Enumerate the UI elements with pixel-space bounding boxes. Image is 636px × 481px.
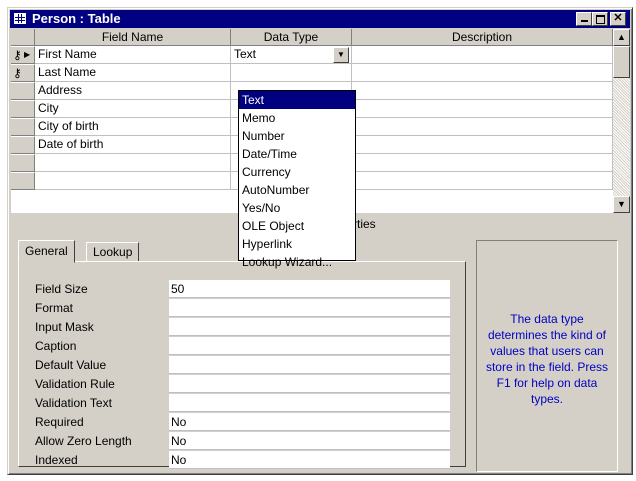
header-field-name[interactable]: Field Name bbox=[35, 29, 231, 46]
header-description[interactable]: Description bbox=[352, 29, 613, 46]
data-type-option[interactable]: Memo bbox=[239, 109, 355, 127]
description-cell[interactable] bbox=[352, 154, 613, 172]
minimize-icon bbox=[580, 20, 588, 22]
data-type-option[interactable]: Lookup Wizard... bbox=[239, 253, 355, 271]
field-name-cell[interactable]: City of birth bbox=[35, 118, 231, 136]
property-label: Validation Text bbox=[35, 396, 112, 410]
property-value-field[interactable]: 50 bbox=[169, 280, 450, 298]
property-label: Validation Rule bbox=[35, 377, 115, 391]
arrow-down-icon: ▼ bbox=[617, 199, 626, 209]
corner-header bbox=[11, 29, 35, 46]
help-panel: The data type determines the kind of val… bbox=[476, 240, 618, 472]
property-label: Format bbox=[35, 301, 74, 315]
property-label: Allow Zero Length bbox=[35, 434, 132, 448]
general-tab-panel: Field Size 50 Format Input Mask Caption Defau… bbox=[18, 261, 466, 469]
description-cell[interactable] bbox=[352, 46, 613, 64]
data-type-option[interactable]: Currency bbox=[239, 163, 355, 181]
field-properties-panel: General Lookup Field Size 50 Format Input M… bbox=[18, 240, 468, 470]
data-type-cell[interactable] bbox=[231, 64, 352, 82]
tab-general-label: General bbox=[25, 244, 68, 258]
close-button[interactable]: ✕ bbox=[610, 12, 626, 26]
field-name-cell[interactable] bbox=[35, 172, 231, 190]
property-value-field[interactable] bbox=[169, 337, 450, 355]
scroll-down-button[interactable]: ▼ bbox=[613, 196, 630, 213]
arrow-up-icon: ▲ bbox=[617, 32, 626, 42]
table-icon bbox=[14, 13, 26, 24]
primary-key-icon: ⚷ bbox=[13, 66, 22, 80]
property-value-field[interactable] bbox=[169, 375, 450, 393]
property-value-field[interactable] bbox=[169, 318, 450, 336]
row-selector[interactable] bbox=[11, 118, 35, 136]
window-title: Person : Table bbox=[32, 11, 121, 26]
scroll-thumb[interactable] bbox=[613, 46, 630, 78]
field-name-cell[interactable]: Date of birth bbox=[35, 136, 231, 154]
property-value-field[interactable] bbox=[169, 299, 450, 317]
property-value-field[interactable]: No bbox=[169, 451, 450, 469]
property-label: Default Value bbox=[35, 358, 107, 372]
tab-general[interactable]: General bbox=[18, 240, 75, 263]
property-value-field[interactable]: No bbox=[169, 432, 450, 450]
data-type-option[interactable]: AutoNumber bbox=[239, 181, 355, 199]
field-name-cell[interactable] bbox=[35, 154, 231, 172]
data-type-dropdown-list[interactable]: Text Memo Number Date/Time Currency AutoNumbe… bbox=[238, 90, 356, 269]
property-label: Input Mask bbox=[35, 320, 94, 334]
maximize-icon bbox=[595, 15, 605, 24]
tab-lookup[interactable]: Lookup bbox=[86, 242, 140, 262]
description-cell[interactable] bbox=[352, 100, 613, 118]
help-text: The data type determines the kind of val… bbox=[485, 312, 609, 406]
property-value-field[interactable]: No bbox=[169, 413, 450, 431]
row-selector[interactable] bbox=[11, 100, 35, 118]
scroll-up-button[interactable]: ▲ bbox=[613, 29, 630, 46]
description-cell[interactable] bbox=[352, 172, 613, 190]
property-label: Caption bbox=[35, 339, 77, 353]
row-selector[interactable] bbox=[11, 172, 35, 190]
field-name-cell[interactable]: City bbox=[35, 100, 231, 118]
property-label: Indexed bbox=[35, 453, 78, 467]
data-type-option[interactable]: Yes/No bbox=[239, 199, 355, 217]
data-type-option[interactable]: Hyperlink bbox=[239, 235, 355, 253]
row-selector[interactable] bbox=[11, 136, 35, 154]
field-name-cell[interactable]: Last Name bbox=[35, 64, 231, 82]
row-selector[interactable] bbox=[11, 82, 35, 100]
close-icon: ✕ bbox=[613, 12, 623, 24]
data-type-option[interactable]: Number bbox=[239, 127, 355, 145]
data-type-option[interactable]: Text bbox=[239, 91, 355, 109]
grid-scrollbar[interactable]: ▲ ▼ bbox=[613, 29, 630, 213]
tab-lookup-label: Lookup bbox=[93, 245, 133, 259]
data-type-option[interactable]: Date/Time bbox=[239, 145, 355, 163]
description-cell[interactable] bbox=[352, 136, 613, 154]
description-cell[interactable] bbox=[352, 64, 613, 82]
property-value-field[interactable] bbox=[169, 356, 450, 374]
data-type-option[interactable]: OLE Object bbox=[239, 217, 355, 235]
field-name-cell[interactable]: Address bbox=[35, 82, 231, 100]
row-selector[interactable]: ⚷ ▶ bbox=[11, 46, 35, 64]
data-type-dropdown-button[interactable]: ▼ bbox=[333, 47, 349, 63]
current-row-icon: ▶ bbox=[24, 50, 31, 59]
description-cell[interactable] bbox=[352, 82, 613, 100]
header-data-type[interactable]: Data Type bbox=[231, 29, 352, 46]
title-bar[interactable]: Person : Table ✕ bbox=[10, 10, 630, 28]
row-selector[interactable]: ⚷ bbox=[11, 64, 35, 82]
primary-key-icon: ⚷ bbox=[13, 48, 22, 62]
table-design-window: Person : Table ✕ Field Name Data Type De… bbox=[7, 7, 633, 475]
property-label: Required bbox=[35, 415, 84, 429]
property-label: Field Size bbox=[35, 282, 88, 296]
maximize-button[interactable] bbox=[592, 12, 608, 26]
chevron-down-icon: ▼ bbox=[337, 50, 345, 59]
field-name-cell[interactable]: First Name bbox=[35, 46, 231, 64]
description-cell[interactable] bbox=[352, 118, 613, 136]
property-value-field[interactable] bbox=[169, 394, 450, 412]
minimize-button[interactable] bbox=[576, 12, 592, 26]
field-properties-label: rties bbox=[353, 217, 376, 231]
row-selector[interactable] bbox=[11, 154, 35, 172]
